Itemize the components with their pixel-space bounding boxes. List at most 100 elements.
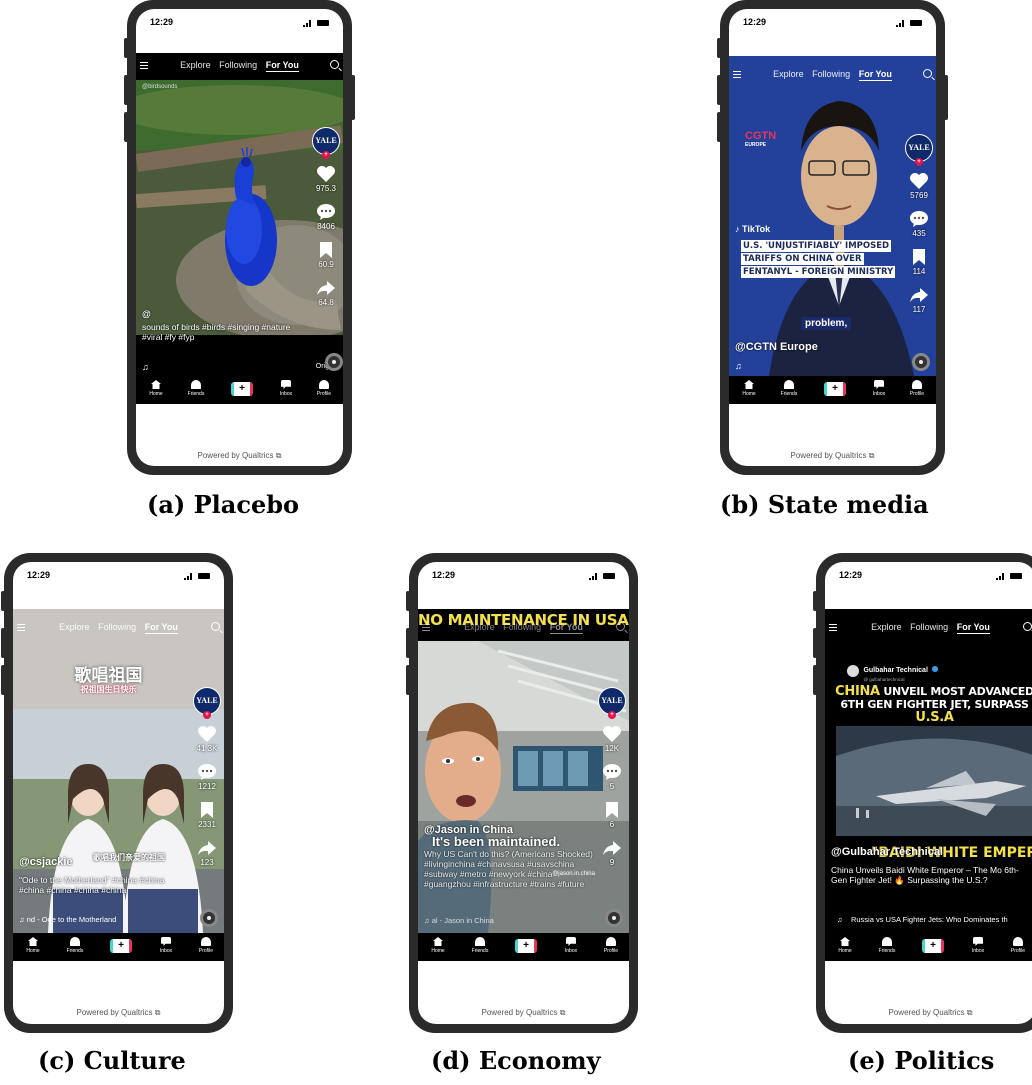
username[interactable]: @csjackie <box>19 857 188 868</box>
tab-explore[interactable]: Explore <box>773 69 804 79</box>
music-row[interactable]: ♫ nd - Ode to the Motherland <box>19 915 116 924</box>
avatar[interactable]: YALE + <box>905 134 933 166</box>
comment-button[interactable]: 5 <box>597 763 627 791</box>
nav-inbox[interactable]: Inbox <box>274 380 298 397</box>
comment-button[interactable]: 8406 <box>311 203 341 231</box>
nav-friends[interactable]: Friends <box>875 937 899 954</box>
nav-friends[interactable]: Friends <box>468 937 492 954</box>
nav-inbox[interactable]: Inbox <box>559 937 583 954</box>
nav-home[interactable]: Home <box>737 380 761 397</box>
nav-profile[interactable]: Profile <box>599 937 623 954</box>
like-button[interactable]: 5769 <box>904 172 934 200</box>
nav-home[interactable]: Home <box>833 937 857 954</box>
create-button[interactable]: + <box>824 382 846 396</box>
tab-explore[interactable]: Explore <box>59 622 90 632</box>
powered-by-qualtrics[interactable]: Powered by Qualtrics ⧉ <box>136 451 343 461</box>
create-button[interactable]: + <box>110 939 132 953</box>
follow-plus-icon[interactable]: + <box>203 711 211 719</box>
like-button[interactable]: 12K <box>597 725 627 753</box>
nav-profile[interactable]: Profile <box>1006 937 1030 954</box>
tab-following[interactable]: Following <box>98 622 136 632</box>
nav-profile[interactable]: Profile <box>905 380 929 397</box>
nav-profile[interactable]: Profile <box>312 380 336 397</box>
tab-for-you[interactable]: For You <box>549 622 583 634</box>
tab-explore[interactable]: Explore <box>464 622 495 632</box>
share-button[interactable]: 123 <box>192 839 222 867</box>
nav-home[interactable]: Home <box>426 937 450 954</box>
like-button[interactable]: 41.3K <box>192 725 222 753</box>
powered-by-qualtrics[interactable]: Powered by Qualtrics ⧉ <box>825 1008 1032 1018</box>
nav-inbox[interactable]: Inbox <box>966 937 990 954</box>
avatar[interactable]: YALE + <box>312 127 340 159</box>
video-feed[interactable]: Explore Following For You 歌唱祖国 祝祖国生日快乐 Y… <box>13 609 224 933</box>
nav-home[interactable]: Home <box>144 380 168 397</box>
tab-for-you[interactable]: For You <box>858 69 892 81</box>
tab-for-you[interactable]: For You <box>956 622 990 634</box>
username[interactable]: @Gulbahar Technical <box>831 847 1032 858</box>
tab-following[interactable]: Following <box>812 69 850 79</box>
nav-inbox[interactable]: Inbox <box>867 380 891 397</box>
music-disc-icon[interactable] <box>605 909 623 927</box>
music-row[interactable]: ♫ <box>142 362 149 372</box>
share-icon <box>910 288 928 302</box>
comment-button[interactable]: 1212 <box>192 763 222 791</box>
profile-icon <box>1013 937 1023 946</box>
video-feed[interactable]: Explore Following For You CGTN EUROPE ♪ T… <box>729 56 936 376</box>
music-disc-icon[interactable] <box>325 353 343 371</box>
search-icon[interactable] <box>1023 622 1032 631</box>
save-button[interactable]: 60.9 <box>311 241 341 269</box>
follow-plus-icon[interactable]: + <box>915 158 923 166</box>
create-button[interactable]: + <box>922 939 944 953</box>
tab-explore[interactable]: Explore <box>871 622 902 632</box>
video-caption: @Gulbahar Technical China Unveils Baidi … <box>831 847 1032 887</box>
nav-inbox[interactable]: Inbox <box>154 937 178 954</box>
save-button[interactable]: 114 <box>904 248 934 276</box>
save-button[interactable]: 6 <box>597 801 627 829</box>
comment-button[interactable]: 435 <box>904 210 934 238</box>
nav-profile[interactable]: Profile <box>194 937 218 954</box>
avatar[interactable]: YALE + <box>598 687 626 719</box>
video-feed[interactable]: Explore Following For You Gulbahar Techn… <box>825 609 1032 933</box>
share-button[interactable]: 9 <box>597 839 627 867</box>
powered-by-qualtrics[interactable]: Powered by Qualtrics ⧉ <box>418 1008 629 1018</box>
nav-friends[interactable]: Friends <box>777 380 801 397</box>
follow-plus-icon[interactable]: + <box>608 711 616 719</box>
signal-icon <box>184 573 192 580</box>
comment-count: 8406 <box>317 222 335 231</box>
powered-by-qualtrics[interactable]: Powered by Qualtrics ⧉ <box>13 1008 224 1018</box>
nav-friends[interactable]: Friends <box>63 937 87 954</box>
follow-plus-icon[interactable]: + <box>322 151 330 159</box>
music-note-icon[interactable]: ♫ <box>735 361 742 371</box>
tab-following[interactable]: Following <box>910 622 948 632</box>
search-icon[interactable] <box>923 69 932 78</box>
search-icon[interactable] <box>330 60 339 69</box>
username[interactable]: @ <box>142 309 307 319</box>
search-icon[interactable] <box>616 622 625 631</box>
create-button[interactable]: + <box>231 382 253 396</box>
music-disc-icon[interactable] <box>912 353 930 371</box>
share-button[interactable]: 117 <box>904 286 934 314</box>
search-icon[interactable] <box>211 622 220 631</box>
like-button[interactable]: 975.3 <box>311 165 341 193</box>
profile-icon <box>319 380 329 389</box>
video-feed[interactable]: Explore Following For You @birdsounds YA… <box>136 53 343 376</box>
music-row[interactable]: ♫ Russia vs USA Fighter Jets: Who Domina… <box>837 915 1008 924</box>
tab-for-you[interactable]: For You <box>144 622 178 634</box>
avatar[interactable]: YALE + <box>193 687 221 719</box>
powered-by-qualtrics[interactable]: Powered by Qualtrics ⧉ <box>729 451 936 461</box>
tab-for-you[interactable]: For You <box>265 60 299 72</box>
video-feed[interactable]: NO MAINTENANCE IN USA? Explore Following… <box>418 609 629 933</box>
nav-home[interactable]: Home <box>21 937 45 954</box>
username[interactable]: @CGTN Europe <box>735 342 900 353</box>
share-button[interactable]: 64.8 <box>311 279 341 307</box>
tab-following[interactable]: Following <box>503 622 541 632</box>
nav-friends[interactable]: Friends <box>184 380 208 397</box>
music-disc-icon[interactable] <box>200 909 218 927</box>
signal-icon <box>303 20 311 27</box>
tab-explore[interactable]: Explore <box>180 60 211 70</box>
phone-politics: 12:29 Explore Following For You Gulbahar… <box>813 553 1032 1033</box>
create-button[interactable]: + <box>515 939 537 953</box>
save-button[interactable]: 2331 <box>192 801 222 829</box>
tab-following[interactable]: Following <box>219 60 257 70</box>
music-row[interactable]: ♫ al - Jason in China <box>424 916 494 925</box>
